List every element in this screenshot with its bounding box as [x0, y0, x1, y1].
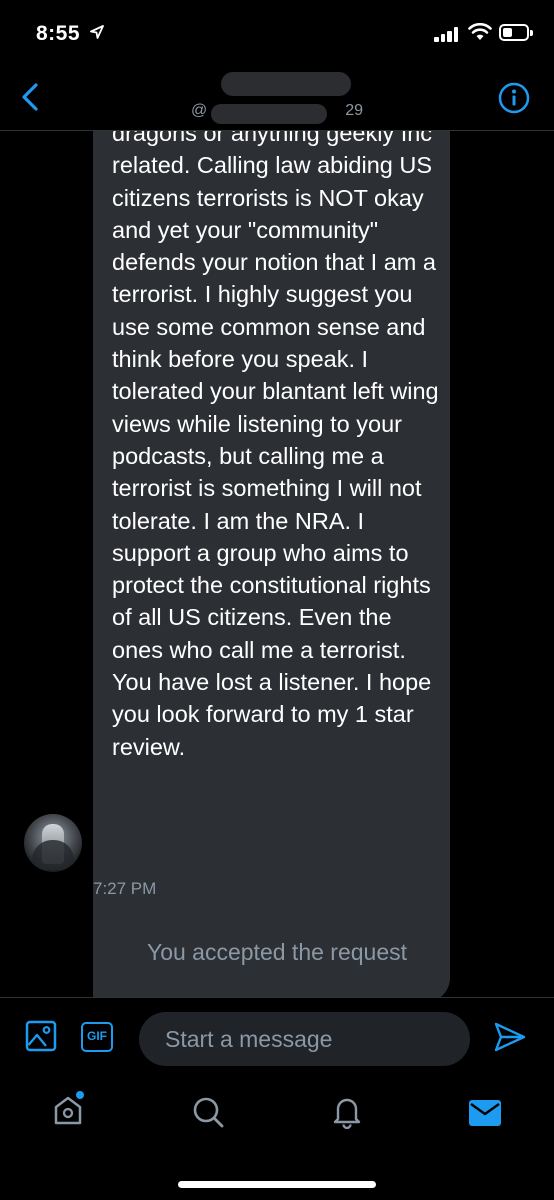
wifi-icon: [468, 23, 492, 40]
conversation-header: @29: [0, 66, 554, 131]
handle-prefix: @: [190, 102, 208, 119]
add-image-button[interactable]: [25, 1020, 57, 1057]
message-input[interactable]: [139, 1012, 470, 1066]
message-bubble[interactable]: dragons or anything geekly Inc related. …: [93, 131, 450, 997]
send-icon: [494, 1022, 526, 1052]
status-time: 8:55: [36, 22, 81, 45]
handle-redacted: [211, 104, 327, 124]
cellular-signal-icon: [434, 26, 460, 42]
message-list[interactable]: dragons or anything geekly Inc related. …: [0, 131, 554, 997]
info-icon: [498, 82, 530, 114]
avatar[interactable]: [24, 814, 82, 872]
message-composer: GIF: [0, 997, 554, 1078]
request-accepted-notice: You accepted the request: [146, 939, 408, 965]
home-indicator: [178, 1181, 376, 1188]
message-timestamp: 7:27 PM: [93, 879, 157, 898]
search-icon: [193, 1097, 224, 1128]
handle-suffix: 29: [345, 102, 364, 119]
bottom-tab-bar: [0, 1077, 554, 1200]
display-name-redacted: [221, 72, 351, 96]
add-gif-button[interactable]: GIF: [81, 1022, 113, 1052]
mail-icon: [469, 1100, 501, 1126]
tab-home[interactable]: [52, 1091, 84, 1132]
status-bar: 8:55: [0, 0, 554, 66]
tab-messages[interactable]: [468, 1099, 502, 1132]
info-button[interactable]: [498, 82, 530, 119]
tab-notifications[interactable]: [332, 1095, 362, 1134]
bell-icon: [333, 1098, 361, 1130]
location-arrow-icon: [90, 25, 104, 39]
send-button[interactable]: [493, 1020, 527, 1059]
home-notification-dot: [76, 1091, 84, 1099]
tab-search[interactable]: [191, 1095, 225, 1134]
image-icon: [25, 1020, 57, 1052]
battery-icon: [499, 24, 533, 41]
message-text: dragons or anything geekly Inc related. …: [112, 131, 439, 760]
